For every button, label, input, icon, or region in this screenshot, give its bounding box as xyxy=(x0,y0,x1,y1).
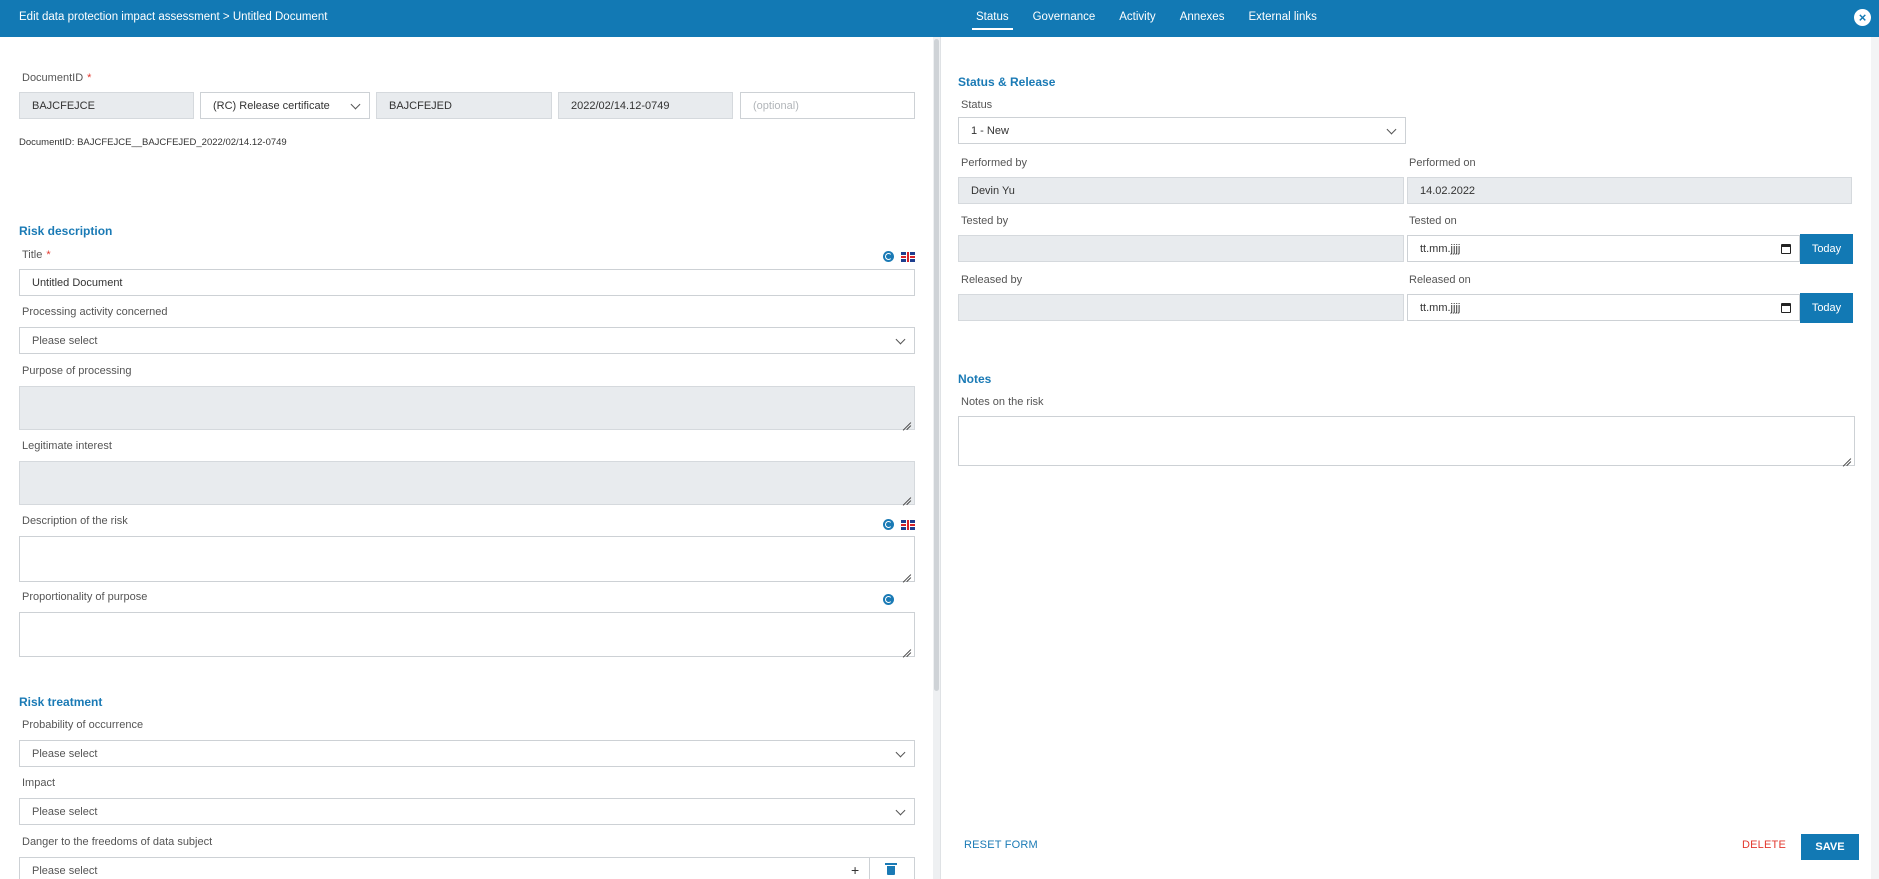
document-id-label-text: DocumentID xyxy=(22,72,84,84)
tab-annexes[interactable]: Annexes xyxy=(1168,0,1237,37)
chevron-down-icon xyxy=(895,805,906,816)
add-icon[interactable]: + xyxy=(851,863,859,877)
processing-activity-select[interactable]: Please select xyxy=(19,327,915,354)
proportionality-label: Proportionality of purpose xyxy=(22,591,148,603)
close-icon[interactable]: × xyxy=(1854,9,1871,26)
notes-heading: Notes xyxy=(958,372,992,386)
performed-on-label: Performed on xyxy=(1409,157,1476,169)
status-select[interactable]: 1 - New xyxy=(958,117,1406,144)
probability-select[interactable]: Please select xyxy=(19,740,915,767)
processing-activity-label: Processing activity concerned xyxy=(22,306,168,318)
document-type-value: (RC) Release certificate xyxy=(213,100,330,112)
trash-icon[interactable] xyxy=(885,863,897,875)
tab-activity[interactable]: Activity xyxy=(1107,0,1167,37)
document-id-label: DocumentID * xyxy=(22,72,91,84)
chevron-down-icon xyxy=(895,334,906,345)
tab-bar: Status Governance Activity Annexes Exter… xyxy=(964,0,1329,37)
document-id-part4-field[interactable]: 2022/02/14.12-0749 xyxy=(558,92,733,119)
left-form-panel: DocumentID * BAJCFEJCE (RC) Release certi… xyxy=(0,37,933,879)
released-on-label: Released on xyxy=(1409,274,1471,286)
document-id-part3-field[interactable]: BAJCFEJED xyxy=(376,92,552,119)
notes-label: Notes on the risk xyxy=(961,396,1044,408)
danger-value: Please select xyxy=(32,865,98,877)
breadcrumb: Edit data protection impact assessment >… xyxy=(19,11,328,23)
calendar-icon[interactable] xyxy=(1781,244,1791,254)
scrollbar-thumb[interactable] xyxy=(934,39,939,691)
released-by-field[interactable] xyxy=(958,294,1404,321)
save-button[interactable]: SAVE xyxy=(1801,834,1859,860)
released-on-today-button[interactable]: Today xyxy=(1800,293,1853,323)
danger-label: Danger to the freedoms of data subject xyxy=(22,836,213,848)
tested-on-today-button[interactable]: Today xyxy=(1800,234,1853,264)
tab-external-links[interactable]: External links xyxy=(1236,0,1328,37)
left-scrollbar[interactable] xyxy=(933,37,940,879)
resize-handle-icon[interactable] xyxy=(1842,453,1852,463)
purpose-textarea[interactable] xyxy=(19,386,915,430)
performed-by-label: Performed by xyxy=(961,157,1028,169)
calendar-icon[interactable] xyxy=(1781,303,1791,313)
title-label: Title * xyxy=(22,249,51,261)
tested-by-label: Tested by xyxy=(961,215,1009,227)
resize-handle-icon[interactable] xyxy=(902,492,912,502)
right-form-panel: Status & Release Status 1 - New Performe… xyxy=(941,37,1879,879)
globe-icon[interactable] xyxy=(883,594,894,605)
performed-on-field[interactable]: 14.02.2022 xyxy=(1407,177,1852,204)
reset-form-button[interactable]: RESET FORM xyxy=(964,839,1038,851)
required-mark: * xyxy=(46,249,51,261)
released-on-date-input[interactable]: tt.mm.jjjj xyxy=(1407,294,1800,321)
probability-value: Please select xyxy=(32,748,98,760)
document-id-optional-field[interactable]: (optional) xyxy=(740,92,915,119)
chevron-down-icon xyxy=(895,747,906,758)
resize-handle-icon[interactable] xyxy=(902,569,912,579)
tab-status[interactable]: Status xyxy=(964,0,1021,37)
resize-handle-icon[interactable] xyxy=(902,644,912,654)
tested-by-field[interactable] xyxy=(958,235,1404,262)
released-by-label: Released by xyxy=(961,274,1023,286)
status-value: 1 - New xyxy=(971,125,1009,137)
globe-icon[interactable] xyxy=(883,251,894,262)
danger-select[interactable]: Please select xyxy=(19,857,915,879)
field-separator xyxy=(869,857,870,879)
risk-description-heading: Risk description xyxy=(19,224,113,238)
impact-label: Impact xyxy=(22,777,56,789)
tab-governance[interactable]: Governance xyxy=(1021,0,1108,37)
tested-on-placeholder: tt.mm.jjjj xyxy=(1420,243,1461,255)
status-label: Status xyxy=(961,99,993,111)
globe-icon[interactable] xyxy=(883,519,894,530)
document-id-summary: DocumentID: BAJCFEJCE__BAJCFEJED_2022/02… xyxy=(19,137,287,148)
legitimate-interest-textarea[interactable] xyxy=(19,461,915,505)
probability-label: Probability of occurrence xyxy=(22,719,144,731)
processing-activity-value: Please select xyxy=(32,335,98,347)
impact-select[interactable]: Please select xyxy=(19,798,915,825)
notes-textarea[interactable] xyxy=(958,416,1855,466)
top-bar: Edit data protection impact assessment >… xyxy=(0,0,1879,37)
resize-handle-icon[interactable] xyxy=(902,417,912,427)
description-textarea[interactable] xyxy=(19,536,915,582)
legitimate-interest-label: Legitimate interest xyxy=(22,440,112,452)
proportionality-textarea[interactable] xyxy=(19,612,915,657)
tested-on-label: Tested on xyxy=(1409,215,1457,227)
tested-on-date-input[interactable]: tt.mm.jjjj xyxy=(1407,235,1800,262)
uk-flag-icon[interactable] xyxy=(901,252,915,262)
risk-treatment-heading: Risk treatment xyxy=(19,695,103,709)
released-on-placeholder: tt.mm.jjjj xyxy=(1420,302,1461,314)
document-type-select[interactable]: (RC) Release certificate xyxy=(200,92,370,119)
status-release-heading: Status & Release xyxy=(958,75,1056,89)
document-id-part1-field[interactable]: BAJCFEJCE xyxy=(19,92,194,119)
uk-flag-icon[interactable] xyxy=(901,520,915,530)
delete-button[interactable]: DELETE xyxy=(1742,839,1786,851)
chevron-down-icon xyxy=(1386,124,1397,135)
description-label: Description of the risk xyxy=(22,515,128,527)
chevron-down-icon xyxy=(350,99,361,110)
impact-value: Please select xyxy=(32,806,98,818)
title-label-text: Title xyxy=(22,249,43,261)
required-mark: * xyxy=(87,72,92,84)
performed-by-field[interactable]: Devin Yu xyxy=(958,177,1404,204)
right-scrollbar[interactable] xyxy=(1871,37,1879,879)
purpose-label: Purpose of processing xyxy=(22,365,132,377)
title-input[interactable]: Untitled Document xyxy=(19,269,915,296)
